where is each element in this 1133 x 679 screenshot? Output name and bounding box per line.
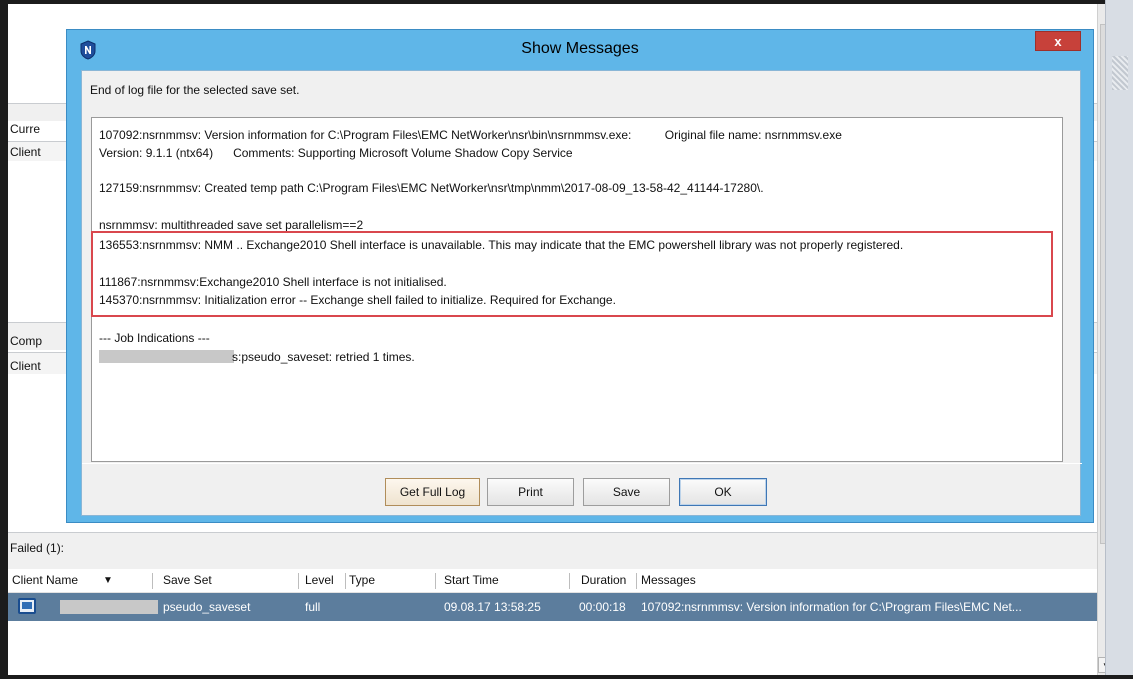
dialog-title: Show Messages: [521, 40, 639, 57]
dialog-title-bar[interactable]: Show Messages x: [67, 30, 1093, 70]
print-button[interactable]: Print: [487, 478, 574, 506]
log-line: 107092:nsrnmmsv: Version information for…: [99, 128, 842, 142]
log-line: --- Job Indications ---: [99, 331, 210, 345]
redacted-hostname: [99, 350, 234, 363]
column-client-name[interactable]: Client Name: [12, 573, 78, 587]
show-messages-dialog: Show Messages x End of log file for the …: [66, 29, 1094, 523]
right-side-panel: [1105, 0, 1133, 679]
current-panel-client-label: Client: [10, 145, 41, 159]
resize-grip-icon[interactable]: [1112, 56, 1128, 90]
column-separator[interactable]: [345, 573, 346, 589]
cell-message: 107092:nsrnmmsv: Version information for…: [641, 600, 1022, 614]
log-line: s:pseudo_saveset: retried 1 times.: [232, 350, 415, 364]
cell-duration: 00:00:18: [579, 600, 626, 614]
column-separator[interactable]: [435, 573, 436, 589]
completed-panel-label: Comp: [10, 334, 43, 348]
log-text-area[interactable]: 107092:nsrnmmsv: Version information for…: [91, 117, 1063, 462]
column-start-time[interactable]: Start Time: [444, 573, 499, 587]
failed-table-header: Client Name ▼ Save Set Level Type Start …: [8, 569, 1097, 593]
dialog-body: End of log file for the selected save se…: [81, 70, 1082, 516]
failed-label: Failed (1):: [10, 541, 65, 555]
ok-button[interactable]: OK: [679, 478, 767, 506]
log-line: Version: 9.1.1 (ntx64) Comments: Support…: [99, 146, 573, 160]
log-line: nsrnmmsv: multithreaded save set paralle…: [99, 218, 364, 232]
current-panel-label: Curre: [10, 122, 41, 136]
window-frame-bottom: [0, 675, 1133, 679]
column-duration[interactable]: Duration: [581, 573, 626, 587]
get-full-log-button[interactable]: Get Full Log: [385, 478, 480, 506]
cell-level: full: [305, 600, 321, 614]
cell-start-time: 09.08.17 13:58:25: [444, 600, 541, 614]
window-frame-left: [0, 0, 8, 679]
table-row[interactable]: pseudo_saveset full 09.08.17 13:58:25 00…: [8, 593, 1097, 621]
completed-panel-client-label: Client: [10, 359, 41, 373]
failed-panel-header: [8, 532, 1105, 569]
sort-down-icon[interactable]: ▼: [103, 575, 113, 586]
column-messages[interactable]: Messages: [641, 573, 696, 587]
save-button[interactable]: Save: [583, 478, 670, 506]
computer-icon: [18, 598, 36, 614]
error-highlight-box: [91, 231, 1053, 317]
log-line: 127159:nsrnmmsv: Created temp path C:\Pr…: [99, 181, 764, 195]
cell-save-set: pseudo_saveset: [163, 600, 251, 614]
column-save-set[interactable]: Save Set: [163, 573, 212, 587]
column-separator[interactable]: [298, 573, 299, 589]
close-button[interactable]: x: [1035, 31, 1081, 51]
column-separator[interactable]: [152, 573, 153, 589]
column-level[interactable]: Level: [305, 573, 334, 587]
dialog-separator: [82, 463, 1082, 464]
dialog-intro-text: End of log file for the selected save se…: [90, 83, 300, 97]
column-separator[interactable]: [569, 573, 570, 589]
column-type[interactable]: Type: [349, 573, 375, 587]
redacted-client-name: [60, 600, 158, 614]
column-separator[interactable]: [636, 573, 637, 589]
